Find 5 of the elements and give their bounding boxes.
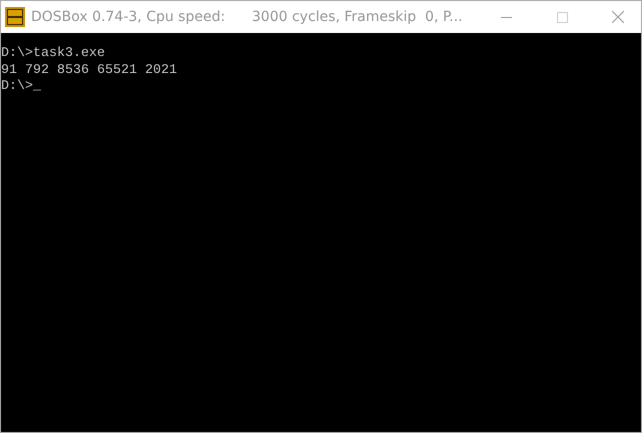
console-line: D:\>task3.exe [1,46,105,61]
console-line: 91 792 8536 65521 2021 [1,62,177,78]
window-title: DOSBox 0.74-3, Cpu speed: 3000 cycles, Frameskip 0, P... [31,8,462,26]
text-cursor: _ [33,79,41,94]
command-prompt: D:\> [1,79,33,94]
